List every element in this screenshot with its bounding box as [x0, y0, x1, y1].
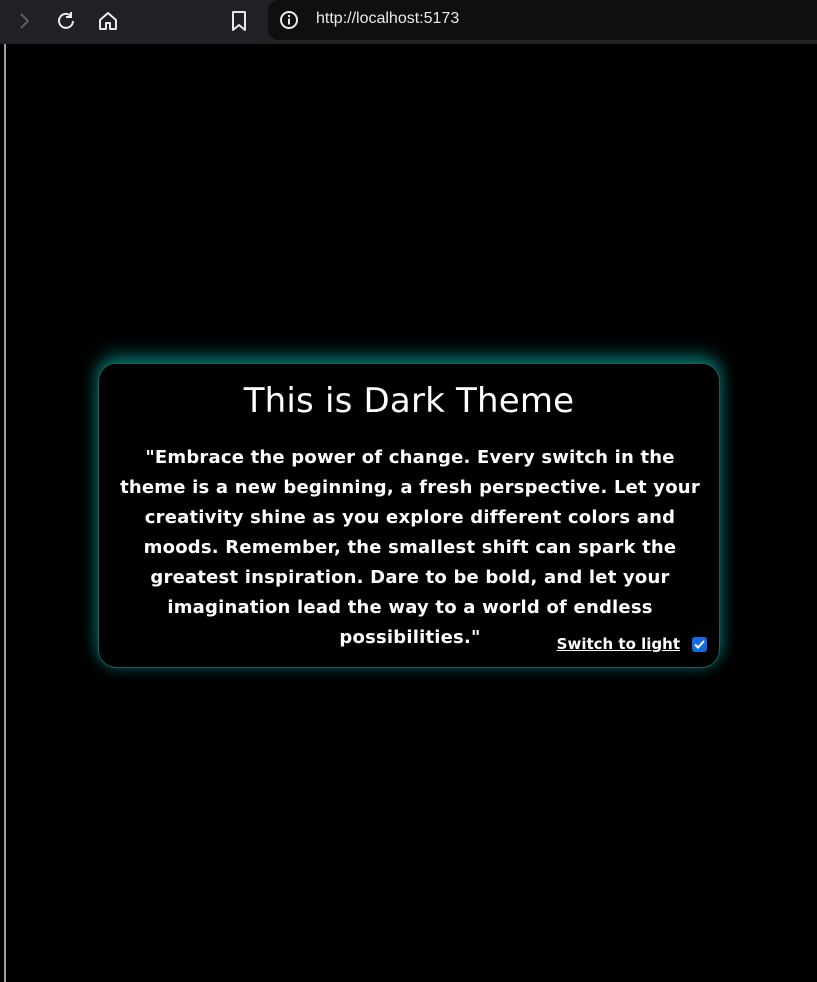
info-icon[interactable]	[279, 10, 299, 30]
chevron-right-icon[interactable]	[10, 8, 38, 34]
address-bar[interactable]: http://localhost:5173	[268, 0, 817, 40]
card-title: This is Dark Theme	[243, 381, 575, 421]
url-text[interactable]: http://localhost:5173	[316, 9, 459, 29]
checkmark-icon	[694, 639, 705, 649]
viewport-edge	[4, 44, 6, 982]
reload-icon[interactable]	[52, 8, 80, 34]
quote-text: "Embrace the power of change. Every swit…	[120, 447, 700, 648]
bookmark-icon[interactable]	[225, 8, 253, 34]
browser-toolbar: http://localhost:5173	[0, 0, 817, 44]
theme-card: This is Dark Theme "Embrace the power of…	[98, 363, 720, 668]
page-viewport: This is Dark Theme "Embrace the power of…	[0, 44, 817, 982]
theme-switch-row: Switch to light	[557, 634, 707, 654]
switch-to-light-label[interactable]: Switch to light	[557, 634, 680, 654]
home-icon[interactable]	[94, 8, 122, 34]
theme-switch-checkbox[interactable]	[692, 636, 707, 652]
